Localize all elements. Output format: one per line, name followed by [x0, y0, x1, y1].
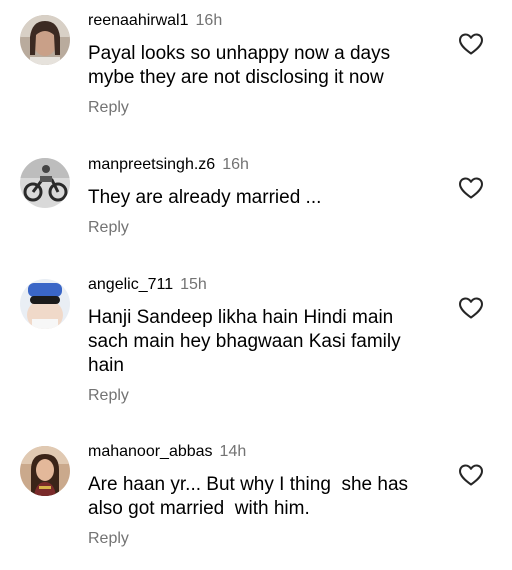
comment-timestamp: 15h [180, 276, 207, 293]
comment-username[interactable]: manpreetsingh.z6 [88, 156, 215, 173]
reply-button[interactable]: Reply [88, 98, 129, 118]
user-sunglasses-icon [20, 279, 70, 329]
reply-button[interactable]: Reply [88, 218, 129, 238]
like-button[interactable] [458, 32, 484, 56]
heart-outline-icon [459, 177, 483, 199]
like-button[interactable] [458, 296, 484, 320]
motorcycle-photo-icon [20, 158, 70, 208]
comment-timestamp: 16h [195, 12, 223, 29]
user-avatar[interactable] [20, 446, 70, 496]
comment-meta: angelic_711 15h [88, 275, 207, 295]
user-avatar[interactable] [20, 279, 70, 329]
comment-text-line: hain [88, 355, 124, 376]
comment-text-line: mybe they are not disclosing it now [88, 67, 384, 88]
like-button[interactable] [458, 463, 484, 487]
comment-text: Hanji Sandeep likha hain Hindi main sach… [88, 306, 448, 378]
heart-outline-icon [459, 297, 483, 319]
comment-text: Payal looks so unhappy now a days mybe t… [88, 42, 448, 90]
comment-text-line: Payal looks so unhappy now a days [88, 43, 391, 64]
comment-username[interactable]: mahanoor_abbas [88, 443, 213, 460]
comment-text-line: They are already married ... [88, 187, 322, 208]
comment-timestamp: 16h [222, 156, 249, 173]
user-avatar[interactable] [20, 158, 70, 208]
comment-timestamp: 14h [219, 443, 247, 460]
comment-meta: reenaahirwal1 16h [88, 11, 222, 31]
user-photo-icon [20, 446, 70, 496]
like-button[interactable] [458, 176, 484, 200]
heart-outline-icon [459, 33, 483, 55]
reply-button[interactable]: Reply [88, 386, 129, 406]
heart-outline-icon [459, 464, 483, 486]
comment-username[interactable]: reenaahirwal1 [88, 12, 189, 29]
comment-text-line: also got married with him. [88, 498, 310, 519]
comment-username[interactable]: angelic_711 [88, 276, 173, 293]
comment-text-line: Hanji Sandeep likha hain Hindi main [88, 307, 394, 328]
comment-text-line: Are haan yr... But why I thing she has [88, 474, 409, 495]
reply-button[interactable]: Reply [88, 529, 129, 549]
comment-meta: manpreetsingh.z6 16h [88, 155, 249, 175]
comment-text-line: sach main hey bhagwaan Kasi family [88, 331, 401, 352]
comment-text: Are haan yr... But why I thing she has a… [88, 473, 448, 521]
comment-text: They are already married ... [88, 186, 448, 210]
comment-meta: mahanoor_abbas 14h [88, 442, 246, 462]
user-avatar[interactable] [20, 15, 70, 65]
user-photo-icon [20, 15, 70, 65]
